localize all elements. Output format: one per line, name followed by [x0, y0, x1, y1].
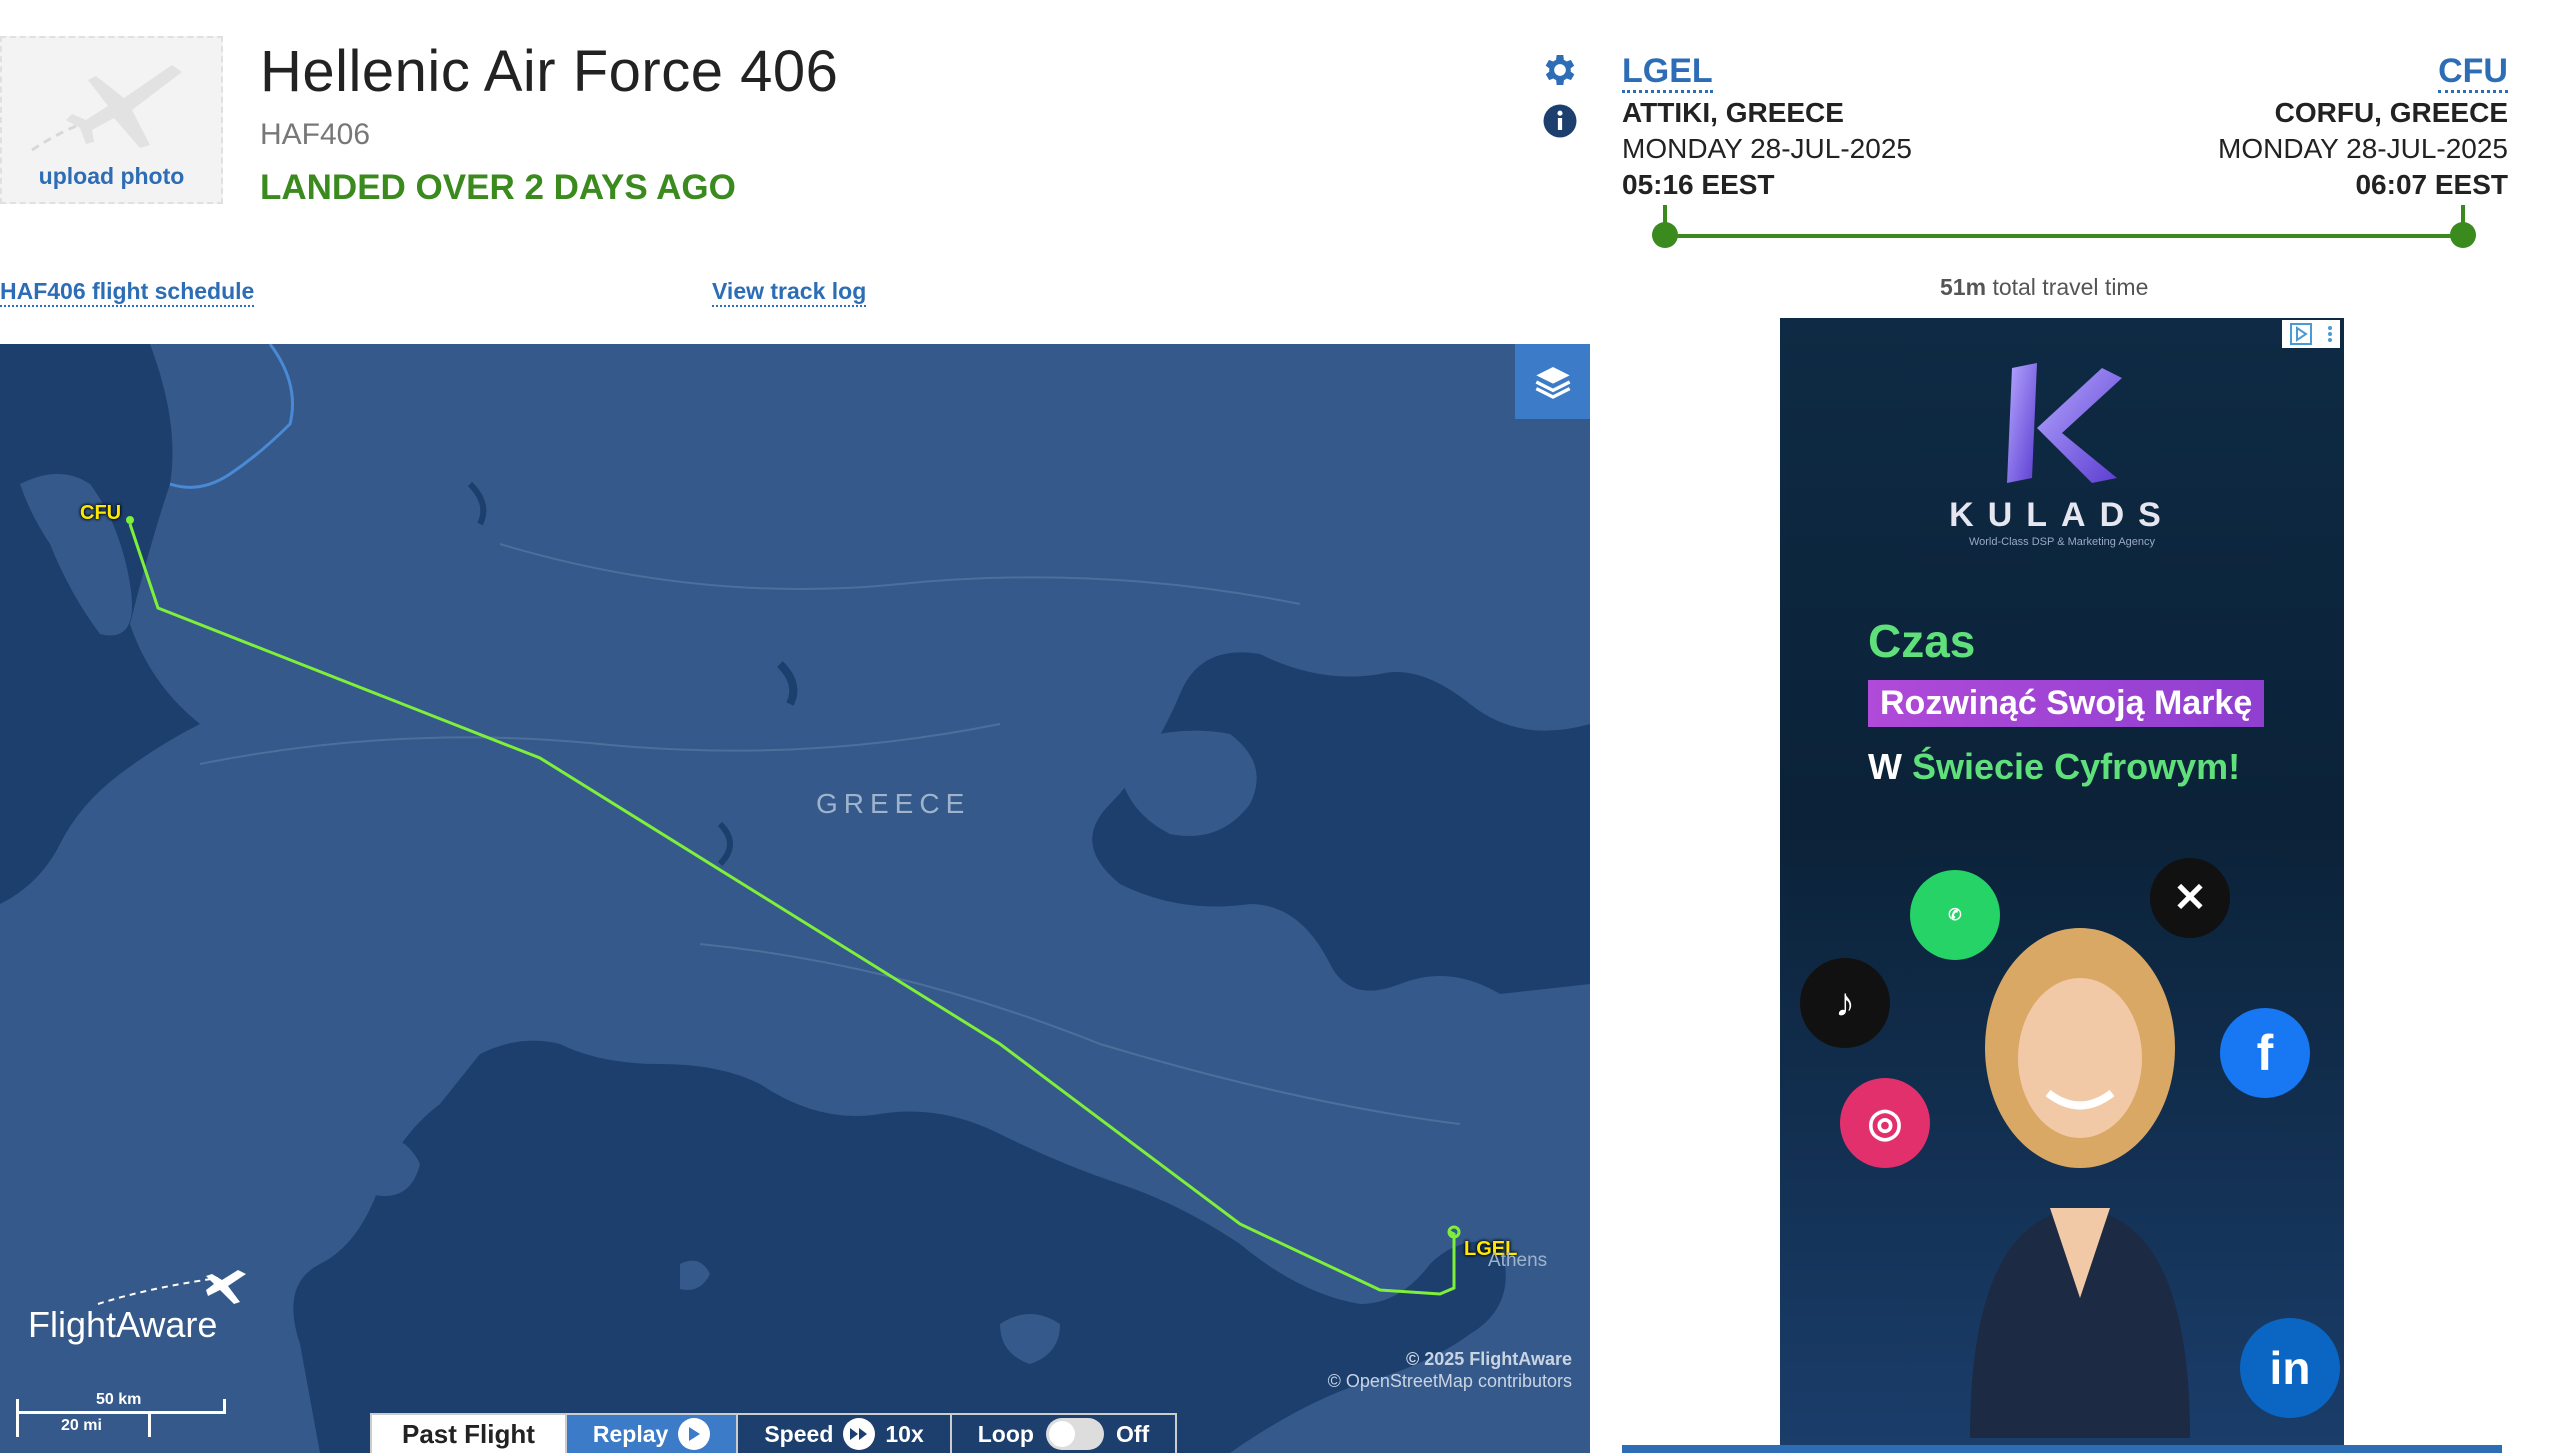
osm-attribution[interactable]: © OpenStreetMap contributors — [1328, 1371, 1572, 1392]
loop-state: Off — [1115, 1420, 1150, 1447]
kulads-logo-icon — [2007, 363, 2122, 483]
destination-location: CORFU, GREECE — [2274, 97, 2508, 128]
ad-headline-2: Rozwinąć Swoją Markę — [1868, 680, 2265, 727]
loop-toggle[interactable]: Loop Off — [949, 1415, 1176, 1453]
ad-tagline: World-Class DSP & Marketing Agency — [1968, 536, 2156, 548]
total-travel-time: 51m total travel time — [1940, 274, 2148, 301]
linkedin-icon: in — [2240, 1318, 2340, 1418]
ad-headline-1: Czas — [1868, 615, 1976, 667]
origin-date: MONDAY 28-JUL-2025 — [1622, 133, 1912, 164]
origin-location: ATTIKI, GREECE — [1622, 97, 1844, 128]
destination-airport-code[interactable]: CFU — [2438, 52, 2508, 93]
logo-plane-icon — [97, 1270, 246, 1305]
fast-forward-icon — [843, 1418, 876, 1450]
ad-brand: KULADS — [1949, 496, 2175, 534]
replay-button[interactable]: Replay — [564, 1415, 737, 1453]
city-label: Athens — [1488, 1250, 1548, 1271]
replay-controls: Past Flight Replay Speed 10x Loop Off — [370, 1413, 1178, 1453]
ad-choices-icon[interactable] — [2282, 320, 2340, 348]
map-scale: 50 km 20 mi — [16, 1389, 226, 1449]
instagram-icon: ◎ — [1840, 1078, 1930, 1168]
origin-dot — [1652, 222, 1678, 248]
origin-airport-code[interactable]: LGEL — [1622, 52, 1713, 93]
track-log-link[interactable]: View track log — [712, 278, 867, 307]
ad-person-image — [1970, 928, 2190, 1438]
origin-time: 05:16 EEST — [1622, 169, 1775, 200]
gear-icon[interactable] — [1540, 50, 1580, 95]
scale-km: 50 km — [96, 1391, 142, 1408]
logo-text: FlightAware — [28, 1304, 218, 1345]
destination-date: MONDAY 28-JUL-2025 — [2218, 133, 2508, 164]
advertisement[interactable]: KULADS World-Class DSP & Marketing Agenc… — [1780, 318, 2344, 1446]
loop-switch[interactable] — [1045, 1418, 1104, 1450]
map-copyright: © 2025 FlightAware — [1406, 1349, 1572, 1369]
ad-headline-3b: Świecie Cyfrowym! — [1912, 746, 2241, 787]
flight-title: Hellenic Air Force 406 — [260, 39, 839, 104]
layers-icon — [1535, 366, 1570, 399]
facebook-icon: f — [2220, 1008, 2310, 1098]
map-layers-button[interactable] — [1515, 344, 1590, 419]
past-flight-label: Past Flight — [372, 1415, 565, 1453]
route-progress-line — [1660, 234, 2460, 238]
tiktok-icon: ♪ — [1800, 958, 1890, 1048]
flight-schedule-link[interactable]: HAF406 flight schedule — [0, 278, 255, 307]
flight-ident: HAF406 — [260, 118, 371, 151]
flightaware-logo: FlightAware — [28, 1270, 246, 1346]
scale-mi: 20 mi — [61, 1417, 102, 1434]
bottom-divider — [1622, 1445, 2502, 1453]
map-destination-label[interactable]: CFU — [80, 502, 121, 525]
flight-map[interactable]: GREECE CFU LGEL Athens © 2025 FlightAwar… — [0, 344, 1590, 1453]
info-icon[interactable] — [1542, 103, 1578, 144]
speed-label: Speed — [764, 1420, 834, 1447]
replay-label: Replay — [592, 1420, 669, 1447]
country-label: GREECE — [816, 788, 971, 819]
ad-headline-3a: W — [1868, 746, 1902, 787]
play-icon — [678, 1418, 711, 1450]
loop-label: Loop — [977, 1420, 1034, 1447]
ad-headline-3: W Świecie Cyfrowym! — [1868, 746, 2240, 788]
flight-page: upload photo Hellenic Air Force 406 HAF4… — [0, 0, 2560, 1453]
speed-button[interactable]: Speed 10x — [736, 1415, 950, 1453]
destination-dot — [2450, 222, 2476, 248]
upload-photo-link[interactable]: upload photo — [2, 163, 221, 190]
travel-time-value: 51m — [1940, 274, 1987, 300]
travel-time-label: total travel time — [1992, 274, 2149, 300]
airplane-icon — [31, 65, 182, 152]
speed-value: 10x — [885, 1420, 924, 1447]
destination-time: 06:07 EEST — [2355, 169, 2508, 200]
aircraft-photo-placeholder[interactable]: upload photo — [0, 36, 223, 204]
flight-status: LANDED OVER 2 DAYS AGO — [260, 168, 736, 207]
